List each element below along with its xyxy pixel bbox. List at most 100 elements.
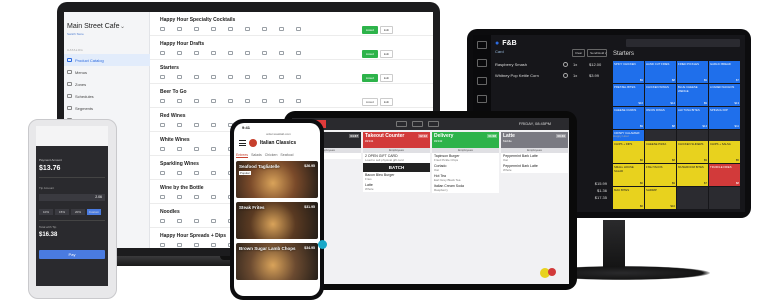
edit-icon[interactable]: [160, 243, 165, 247]
duplicate-icon[interactable]: [177, 51, 182, 55]
hamburger-menu-icon[interactable]: [239, 140, 246, 146]
menu-tile[interactable]: MUSHROOM BITES $7: [677, 164, 708, 186]
menu-tile[interactable]: ONION RINGS $8: [645, 107, 676, 129]
settings-icon[interactable]: [279, 75, 284, 79]
listed-button[interactable]: Listed: [361, 50, 378, 58]
pay-button[interactable]: Pay: [39, 250, 105, 259]
toolbar-button[interactable]: [428, 121, 439, 127]
card-label[interactable]: Card: [495, 49, 504, 54]
visibility-icon[interactable]: [194, 51, 199, 55]
order-line[interactable]: Whitney Pop Kettle Corn 1x $3.99: [495, 72, 607, 83]
move-icon[interactable]: [211, 27, 216, 31]
menu-tile[interactable]: CHIPS + SALSA $5: [709, 141, 740, 163]
ticket-column[interactable]: Latte Mobile 00:40 Employees Peppermint Bark…: [501, 132, 568, 173]
ticket-item[interactable]: Italian Cream Soda Raspberry: [432, 183, 499, 193]
category-row[interactable]: Starters Listed Edit: [150, 60, 433, 84]
menu-tile[interactable]: CHEESE CURDS $9: [613, 107, 644, 129]
schedule-icon[interactable]: [262, 99, 267, 103]
ticket-item[interactable]: Peppermint Bark Latte Whole: [501, 163, 568, 173]
duplicate-icon[interactable]: [177, 123, 182, 127]
move-icon[interactable]: [211, 171, 216, 175]
ticket-item[interactable]: Tapinson Burger Fried Pickle Chips: [432, 153, 499, 163]
menu-tab[interactable]: Seafood: [280, 153, 293, 158]
duplicate-icon[interactable]: [177, 219, 182, 223]
category-row[interactable]: Happy Hour Drafts Listed Edit: [150, 36, 433, 60]
menu-tile[interactable]: SPICY CHICKEN $9: [613, 61, 644, 83]
tables-icon[interactable]: [477, 77, 487, 85]
duplicate-icon[interactable]: [177, 243, 182, 247]
edit-button[interactable]: Edit: [379, 74, 393, 82]
visibility-icon[interactable]: [194, 171, 199, 175]
tip-amount-input[interactable]: 2.06: [39, 194, 105, 201]
tag-icon[interactable]: [228, 27, 233, 31]
edit-icon[interactable]: [160, 219, 165, 223]
menu-card[interactable]: Brown Sugar Lamb Chops $34.95: [236, 243, 318, 280]
menu-tile[interactable]: FISH TACOS $9: [645, 164, 676, 186]
menu-tile[interactable]: [677, 187, 708, 209]
ticket-item[interactable]: Latte Whole: [363, 182, 430, 192]
edit-button[interactable]: Edit: [379, 26, 393, 34]
menu-tile[interactable]: MAC BITES $6: [613, 187, 644, 209]
visibility-icon[interactable]: [194, 75, 199, 79]
url-bar[interactable]: order.toasttab.com: [266, 132, 291, 136]
image-icon[interactable]: [245, 51, 250, 55]
visibility-icon[interactable]: [194, 147, 199, 151]
store-name[interactable]: Main Street Cafe: [67, 23, 120, 30]
chat-button[interactable]: [318, 240, 327, 249]
menu-tile[interactable]: BLUE CHEESE WEDGE $9: [677, 84, 708, 106]
listed-button[interactable]: Listed: [361, 74, 378, 82]
tip-preset-button[interactable]: 20%: [71, 209, 85, 215]
move-icon[interactable]: [211, 243, 216, 247]
settings-icon[interactable]: [279, 51, 284, 55]
edit-icon[interactable]: [160, 123, 165, 127]
delete-icon[interactable]: [296, 75, 301, 79]
ticket-item[interactable]: Hot Tea Earl Grey Black Tea: [432, 173, 499, 183]
modifier-radio[interactable]: [563, 73, 568, 78]
settings-icon[interactable]: [477, 95, 487, 103]
toolbar-button[interactable]: [412, 121, 423, 127]
ticket-item[interactable]: Peppermint Bark Latte Oat: [501, 153, 568, 163]
back-arrow-icon[interactable]: ‹: [605, 51, 607, 57]
tip-preset-button[interactable]: 10%: [39, 209, 53, 215]
kds-alert-button[interactable]: [548, 268, 556, 276]
menu-tile[interactable]: LOADED NACHOS $13: [709, 84, 740, 106]
menu-tile[interactable]: SPINACH DIP $11: [709, 107, 740, 129]
ticket-column[interactable]: Delivery #2342 01:08 Employees Tapinson Burg…: [432, 132, 499, 193]
tag-icon[interactable]: [228, 99, 233, 103]
toolbar-button[interactable]: [396, 121, 407, 127]
edit-icon[interactable]: [160, 195, 165, 199]
ticket-item[interactable]: 2 OPEN GIFT CARD Load to sell physical gi…: [363, 153, 430, 163]
menu-card[interactable]: Seafood Tagliatelle $26.95 Popular: [236, 161, 318, 198]
edit-icon[interactable]: [160, 171, 165, 175]
menu-tile[interactable]: SMALL HOUSE SALAD $6: [613, 164, 644, 186]
sidebar-item[interactable]: Schedules: [64, 90, 150, 102]
visibility-icon[interactable]: [194, 243, 199, 247]
menu-tile[interactable]: CHEESE PIZZA $8: [645, 141, 676, 163]
menu-tab[interactable]: Salads: [251, 153, 262, 158]
menu-tile[interactable]: GARLIC BREAD $7: [709, 61, 740, 83]
move-icon[interactable]: [211, 123, 216, 127]
delete-icon[interactable]: [296, 99, 301, 103]
duplicate-icon[interactable]: [177, 171, 182, 175]
move-icon[interactable]: [211, 51, 216, 55]
duplicate-icon[interactable]: [177, 147, 182, 151]
duplicate-icon[interactable]: [177, 75, 182, 79]
delete-icon[interactable]: [296, 51, 301, 55]
listed-button[interactable]: Listed: [361, 98, 378, 106]
tag-icon[interactable]: [228, 75, 233, 79]
visibility-icon[interactable]: [194, 123, 199, 127]
orders-icon[interactable]: [477, 59, 487, 67]
menu-tab[interactable]: Chicken: [265, 153, 278, 158]
image-icon[interactable]: [245, 99, 250, 103]
move-icon[interactable]: [211, 75, 216, 79]
move-icon[interactable]: [211, 195, 216, 199]
edit-button[interactable]: Edit: [379, 50, 393, 58]
category-row[interactable]: Happy Hour Specialty Cocktails Listed Edit: [150, 12, 433, 36]
schedule-icon[interactable]: [262, 75, 267, 79]
edit-icon[interactable]: [160, 27, 165, 31]
move-icon[interactable]: [211, 219, 216, 223]
switch-store-link[interactable]: Switch Store: [67, 32, 84, 36]
sidebar-item[interactable]: Segments: [64, 102, 150, 114]
category-row[interactable]: Beer To Go Listed Edit: [150, 84, 433, 108]
image-icon[interactable]: [245, 75, 250, 79]
